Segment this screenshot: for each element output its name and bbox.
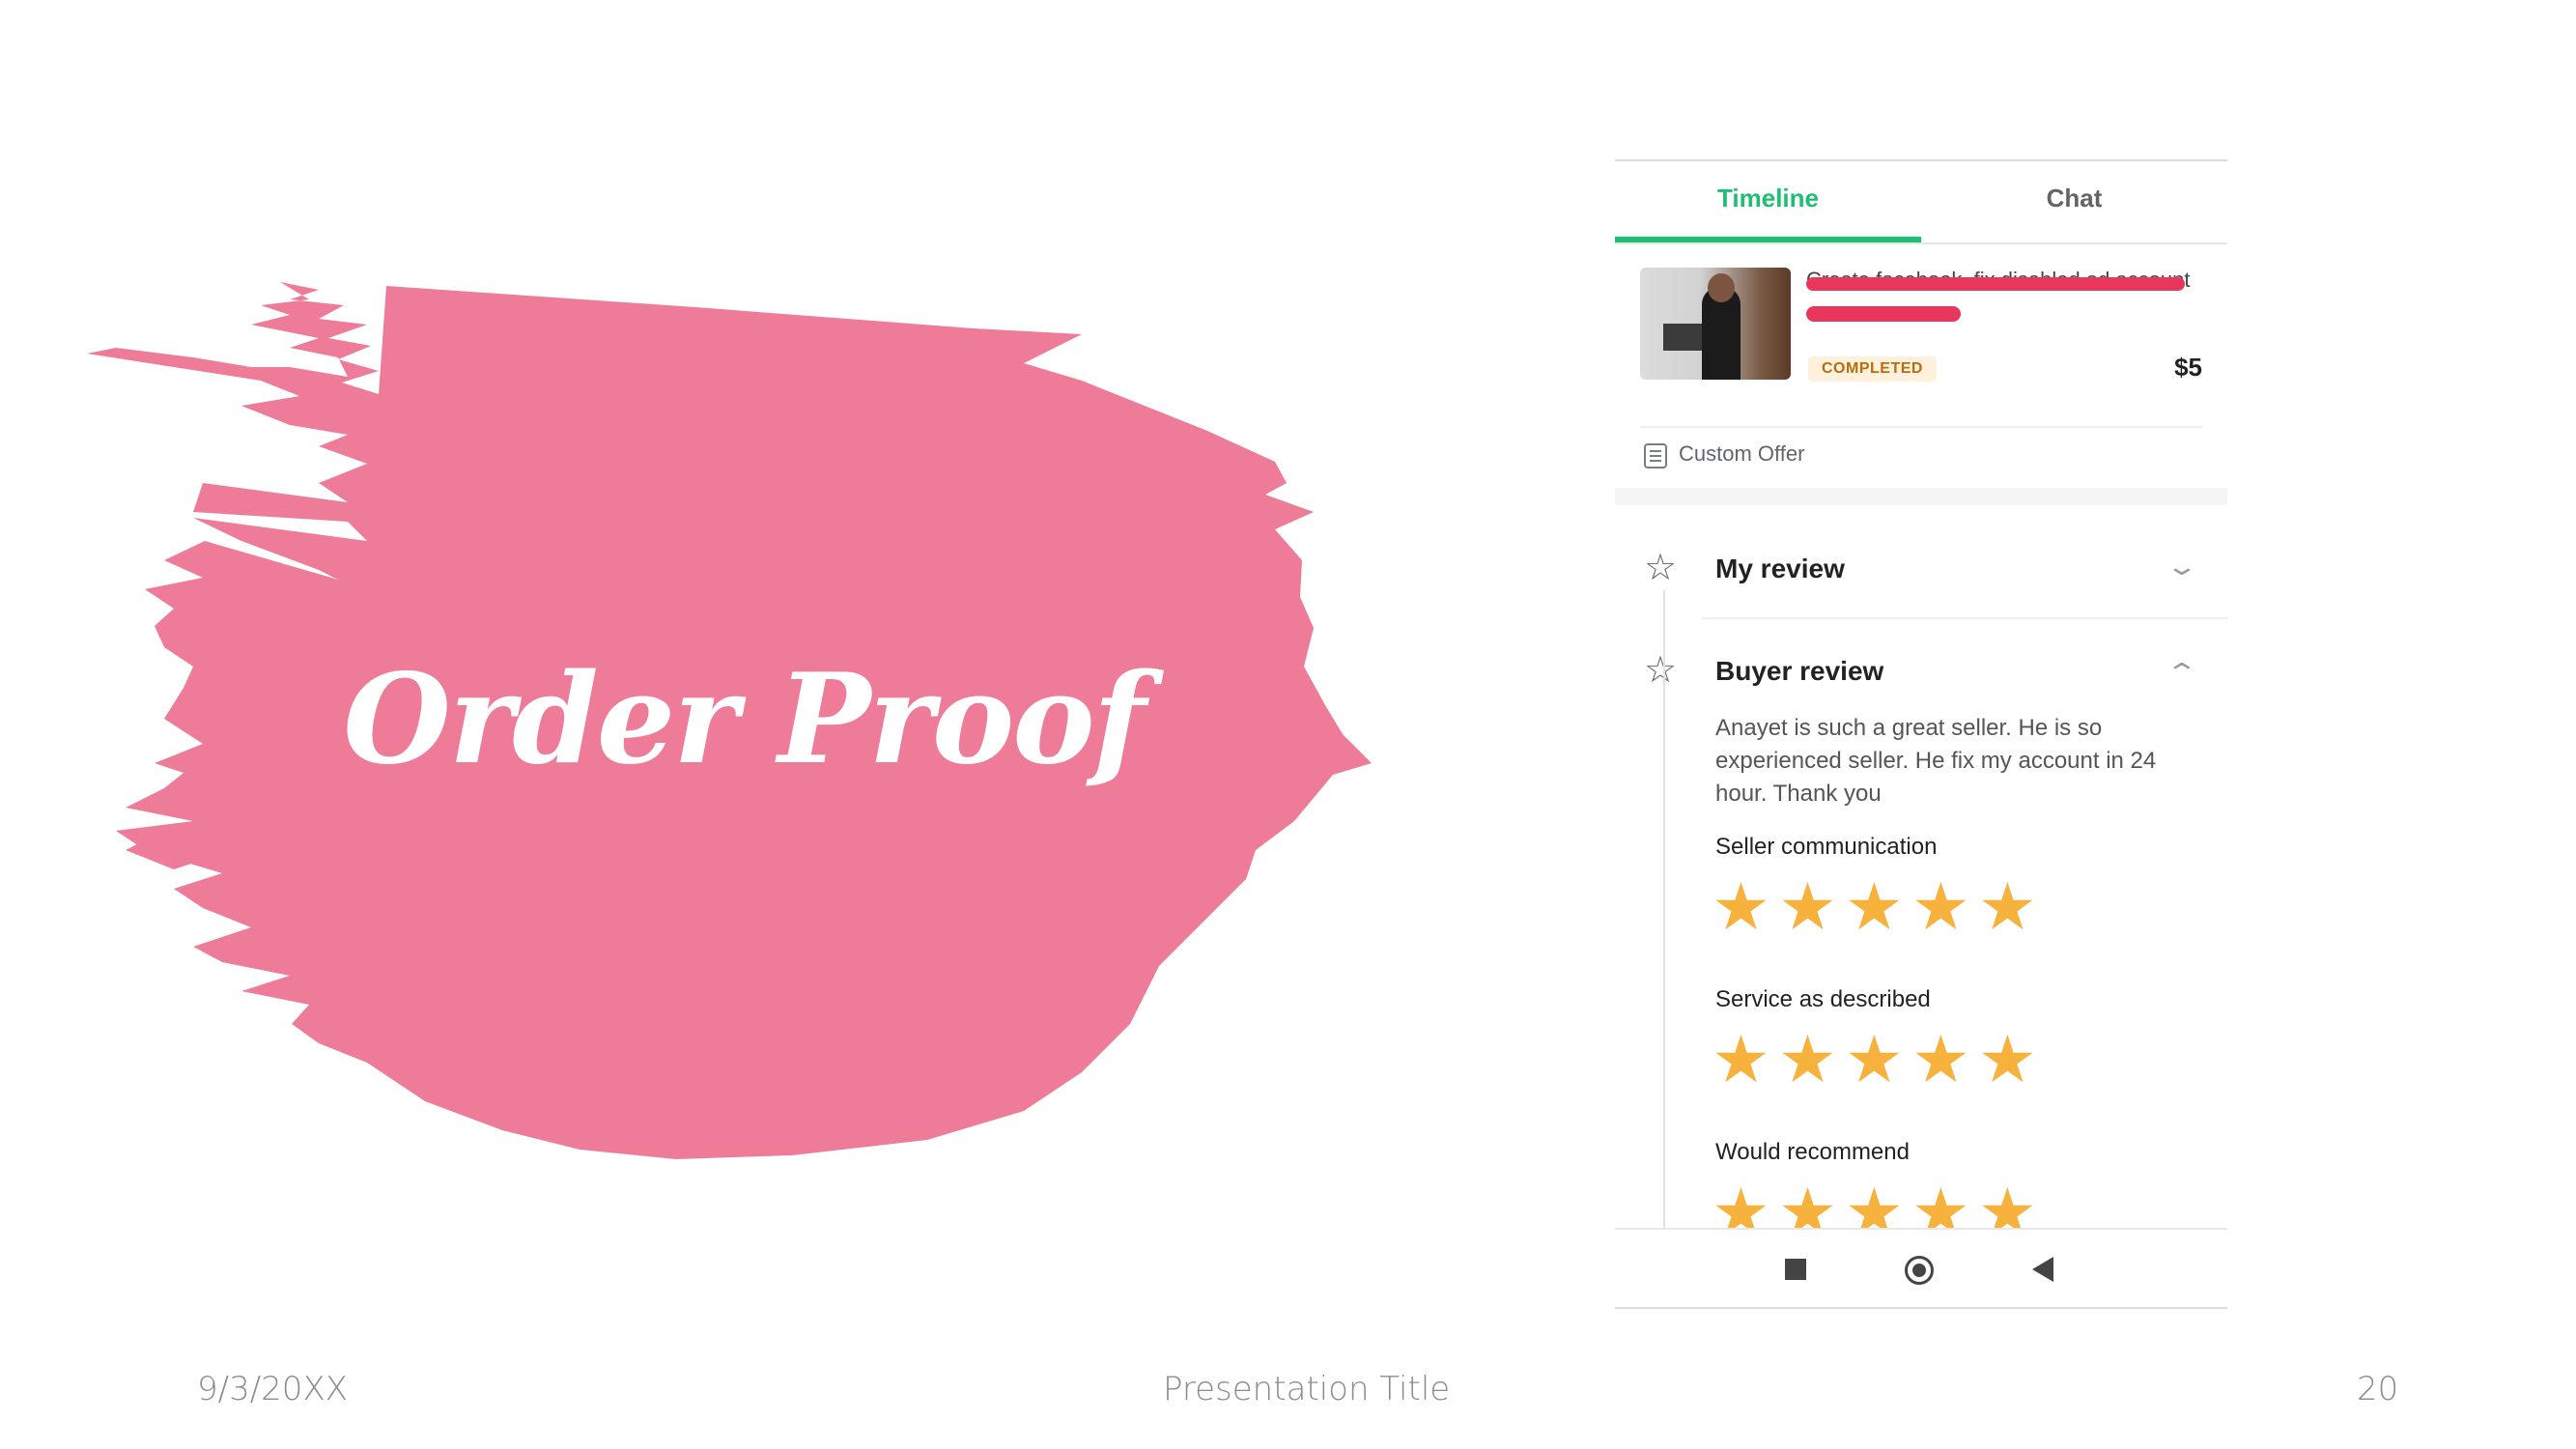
my-review-title[interactable]: My review — [1715, 554, 1845, 584]
phone-screenshot: Timeline Chat Create facebook, fix disab… — [1615, 159, 2227, 1309]
rating-label: Seller communication — [1715, 834, 1938, 860]
android-nav-bar — [1615, 1230, 2227, 1307]
bottom-divider — [1615, 1307, 2227, 1309]
tab-timeline[interactable]: Timeline — [1615, 159, 1921, 242]
buyer-review-title[interactable]: Buyer review — [1715, 656, 1883, 687]
redaction-mark — [1806, 306, 1961, 322]
footer-title: Presentation Title — [1163, 1370, 1451, 1408]
rating-label: Would recommend — [1715, 1139, 1910, 1165]
recent-apps-icon[interactable] — [1785, 1259, 1806, 1280]
section-gap — [1615, 488, 2227, 505]
timeline-line — [1663, 590, 1665, 1257]
custom-offer-label[interactable]: Custom Offer — [1679, 441, 1804, 467]
tab-chat[interactable]: Chat — [1921, 159, 2227, 242]
star-outline-icon: ☆ — [1644, 548, 1678, 588]
brush-splash-shape — [87, 282, 1372, 1159]
footer-page-number: 20 — [2357, 1370, 2399, 1408]
rating-label: Service as described — [1715, 986, 1931, 1012]
document-icon — [1644, 443, 1667, 469]
slide-title: Order Proof — [343, 647, 1146, 792]
tab-divider — [1615, 242, 2227, 244]
order-price: $5 — [2174, 353, 2202, 382]
back-icon[interactable] — [2032, 1257, 2053, 1282]
status-badge: COMPLETED — [1808, 356, 1937, 382]
chevron-down-icon[interactable]: ⌄ — [2165, 552, 2198, 582]
thumbnail-laptop — [1663, 324, 1704, 351]
chevron-up-icon[interactable]: ⌃ — [2165, 658, 2198, 688]
redaction-mark — [1806, 277, 2185, 291]
review-divider — [1702, 617, 2227, 619]
buyer-review-text: Anayet is such a great seller. He is so … — [1715, 715, 2157, 807]
star-outline-icon: ☆ — [1644, 650, 1678, 691]
order-thumbnail[interactable] — [1640, 268, 1791, 380]
thumbnail-head — [1708, 273, 1735, 302]
rating-stars: ★★★★★ — [1712, 1179, 2045, 1228]
card-divider — [1640, 426, 2202, 428]
rating-stars: ★★★★★ — [1712, 1023, 2045, 1096]
rating-stars: ★★★★★ — [1712, 870, 2045, 944]
home-icon[interactable] — [1905, 1256, 1934, 1285]
footer-date: 9/3/20XX — [197, 1370, 349, 1408]
